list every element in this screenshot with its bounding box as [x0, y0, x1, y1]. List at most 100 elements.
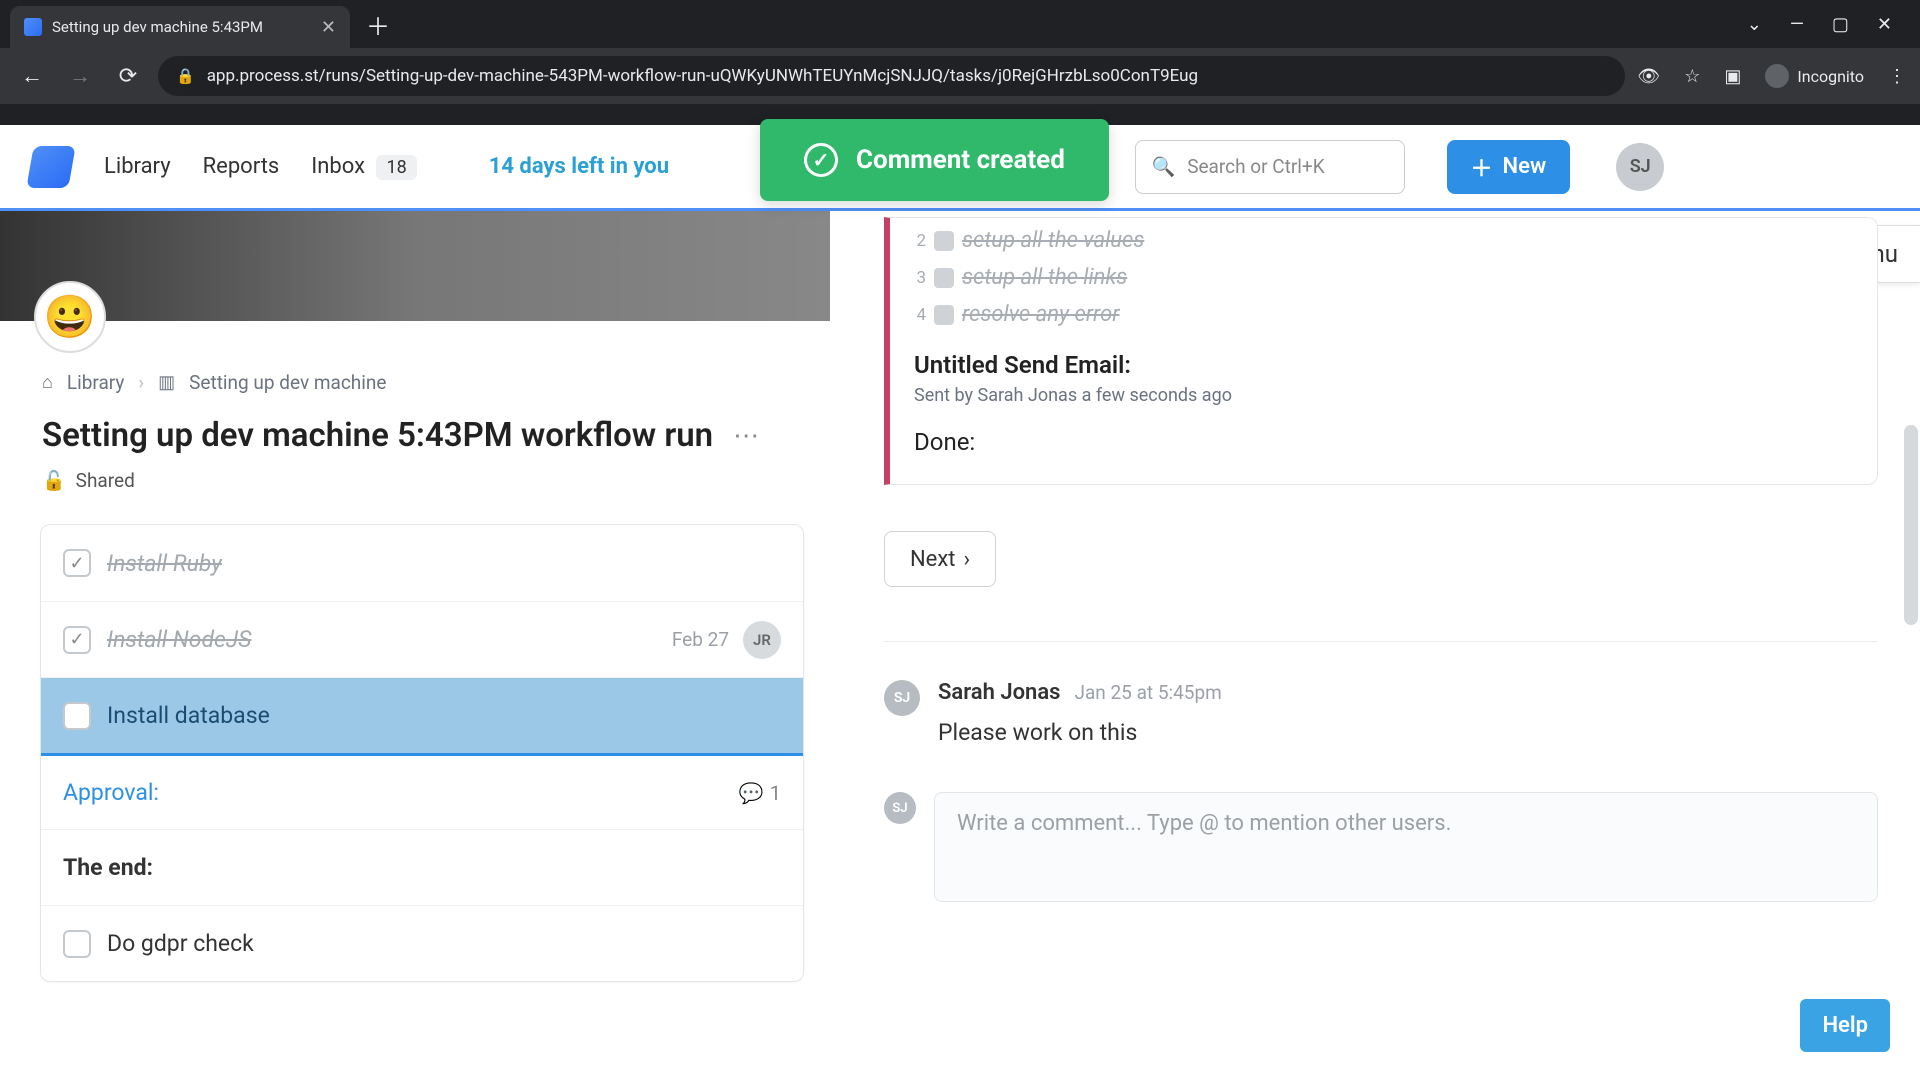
new-button[interactable]: ＋ New	[1447, 140, 1571, 194]
run-emoji-icon[interactable]: 😀	[34, 281, 106, 353]
subtask-label: resolve any error	[962, 302, 1119, 327]
task-row-approval[interactable]: 👍 Approval: 💬 1	[41, 753, 803, 829]
tab-title: Setting up dev machine 5:43PM	[52, 18, 311, 36]
main-split: 😀 ⌂ Library › ▥ Setting up dev machine S…	[0, 211, 1920, 1080]
chevron-right-icon: ›	[963, 547, 970, 572]
incognito-label: Incognito	[1797, 67, 1864, 86]
breadcrumb: ⌂ Library › ▥ Setting up dev machine	[0, 321, 830, 402]
comment-composer: SJ Write a comment... Type @ to mention …	[884, 792, 1878, 902]
next-label: Next	[910, 547, 955, 572]
chevron-right-icon: ›	[138, 371, 144, 394]
subtask-label: setup all the links	[962, 265, 1127, 290]
back-button[interactable]: ←	[14, 63, 50, 89]
browser-menu-icon[interactable]: ⋮	[1888, 66, 1906, 87]
new-tab-button[interactable]: ＋	[350, 7, 406, 42]
extensions-icon[interactable]: ▣	[1724, 66, 1741, 87]
favicon-icon	[24, 18, 42, 36]
lock-open-icon: 🔓	[42, 469, 66, 492]
task-row[interactable]: 1 Install Ruby	[41, 525, 803, 601]
new-button-label: New	[1503, 154, 1547, 179]
forward-button[interactable]: →	[62, 63, 98, 89]
task-label: Do gdpr check	[107, 930, 254, 957]
task-checkbox[interactable]	[63, 702, 91, 730]
subtask-checkbox[interactable]	[934, 268, 954, 288]
minimize-icon[interactable]: ―	[1790, 14, 1804, 35]
template-icon[interactable]: ▥	[158, 372, 175, 393]
plus-icon: ＋	[1471, 151, 1493, 183]
inbox-count-badge: 18	[376, 155, 416, 180]
task-due-date[interactable]: Feb 27	[672, 628, 729, 651]
subtask-number: 2	[914, 231, 926, 251]
email-sent-meta: Sent by Sarah Jonas a few seconds ago	[914, 385, 1853, 406]
breadcrumb-current[interactable]: Setting up dev machine	[189, 371, 386, 394]
section-divider	[884, 641, 1878, 642]
check-circle-icon: ✓	[804, 143, 838, 177]
task-checkbox[interactable]	[63, 626, 91, 654]
task-detail-card: 2 setup all the values 3 setup all the l…	[884, 217, 1878, 485]
toast-comment-created: ✓ Comment created	[760, 119, 1109, 201]
left-pane: 😀 ⌂ Library › ▥ Setting up dev machine S…	[0, 211, 830, 1080]
comment-count[interactable]: 💬 1	[739, 781, 781, 805]
comment-avatar[interactable]: SJ	[884, 680, 920, 716]
breadcrumb-root[interactable]: Library	[67, 371, 125, 394]
comment-author[interactable]: Sarah Jonas	[938, 680, 1060, 705]
close-window-icon[interactable]: ✕	[1877, 14, 1892, 35]
app-logo-icon[interactable]	[26, 146, 75, 188]
address-bar[interactable]: 🔒 app.process.st/runs/Setting-up-dev-mac…	[158, 56, 1625, 96]
comment-body: Please work on this	[938, 719, 1222, 746]
task-label: The end:	[63, 854, 153, 881]
tab-dropdown-icon[interactable]: ⌄	[1747, 14, 1762, 35]
comment-timestamp: Jan 25 at 5:45pm	[1074, 681, 1221, 704]
browser-chrome: Setting up dev machine 5:43PM ✕ ＋ ⌄ ― ▢ …	[0, 0, 1920, 125]
task-checkbox[interactable]	[63, 549, 91, 577]
comment: SJ Sarah Jonas Jan 25 at 5:45pm Please w…	[884, 680, 1878, 746]
current-user-avatar[interactable]: SJ	[1616, 143, 1664, 191]
subtask-checkbox[interactable]	[934, 231, 954, 251]
subtask-number: 3	[914, 268, 926, 288]
tracking-blocked-icon[interactable]: 👁	[1637, 66, 1660, 87]
reload-button[interactable]: ⟳	[110, 64, 146, 89]
global-search[interactable]: 🔍 Search or Ctrl+K	[1135, 140, 1405, 194]
task-row[interactable]: 2 ✋ Install NodeJS Feb 27 JR	[41, 601, 803, 677]
done-section-label: Done:	[914, 428, 1853, 456]
comment-count-value: 1	[770, 781, 781, 805]
nav-reports[interactable]: Reports	[203, 154, 280, 179]
tab-close-icon[interactable]: ✕	[321, 17, 336, 38]
subtask-row[interactable]: 2 setup all the values	[914, 222, 1853, 259]
subtask-row[interactable]: 3 setup all the links	[914, 259, 1853, 296]
window-controls: ⌄ ― ▢ ✕	[1747, 14, 1920, 35]
subtask-number: 4	[914, 305, 926, 325]
task-label: Install NodeJS	[107, 626, 251, 653]
subtask-checkbox[interactable]	[934, 305, 954, 325]
home-icon[interactable]: ⌂	[42, 372, 53, 393]
url-text: app.process.st/runs/Setting-up-dev-machi…	[207, 66, 1608, 86]
browser-tab[interactable]: Setting up dev machine 5:43PM ✕	[10, 6, 350, 48]
task-list: 1 Install Ruby 2 ✋ Install NodeJS Feb 27…	[0, 524, 830, 982]
subtask-row[interactable]: 4 resolve any error	[914, 296, 1853, 333]
task-row[interactable]: 6 Do gdpr check	[41, 905, 803, 981]
nav-inbox[interactable]: Inbox 18	[311, 154, 416, 179]
trial-days-banner[interactable]: 14 days left in you	[489, 154, 669, 179]
app-root: ✓ Comment created Library Reports Inbox …	[0, 125, 1920, 1080]
maximize-icon[interactable]: ▢	[1832, 14, 1849, 35]
task-row-heading[interactable]: 5 The end:	[41, 829, 803, 905]
task-label: Install Ruby	[107, 550, 222, 577]
lock-icon: 🔒	[176, 67, 195, 85]
task-row-selected[interactable]: 3 Install database	[41, 677, 803, 753]
nav-library[interactable]: Library	[104, 154, 171, 179]
comment-icon: 💬	[739, 781, 764, 805]
toast-message: Comment created	[856, 145, 1065, 175]
email-widget-title: Untitled Send Email:	[914, 351, 1853, 379]
comment-input[interactable]: Write a comment... Type @ to mention oth…	[934, 792, 1878, 902]
assignee-avatar[interactable]: JR	[743, 621, 781, 659]
task-checkbox[interactable]	[63, 930, 91, 958]
next-task-button[interactable]: Next ›	[884, 531, 996, 587]
more-options-button[interactable]: ⋯	[733, 421, 761, 451]
task-label: Approval:	[63, 779, 159, 806]
help-button[interactable]: Help	[1800, 999, 1890, 1052]
shared-label[interactable]: Shared	[76, 469, 135, 492]
page-title: Setting up dev machine 5:43PM workflow r…	[42, 416, 713, 455]
incognito-indicator[interactable]: Incognito	[1765, 64, 1864, 88]
tab-bar: Setting up dev machine 5:43PM ✕ ＋ ⌄ ― ▢ …	[0, 0, 1920, 48]
bookmark-star-icon[interactable]: ☆	[1684, 66, 1700, 87]
